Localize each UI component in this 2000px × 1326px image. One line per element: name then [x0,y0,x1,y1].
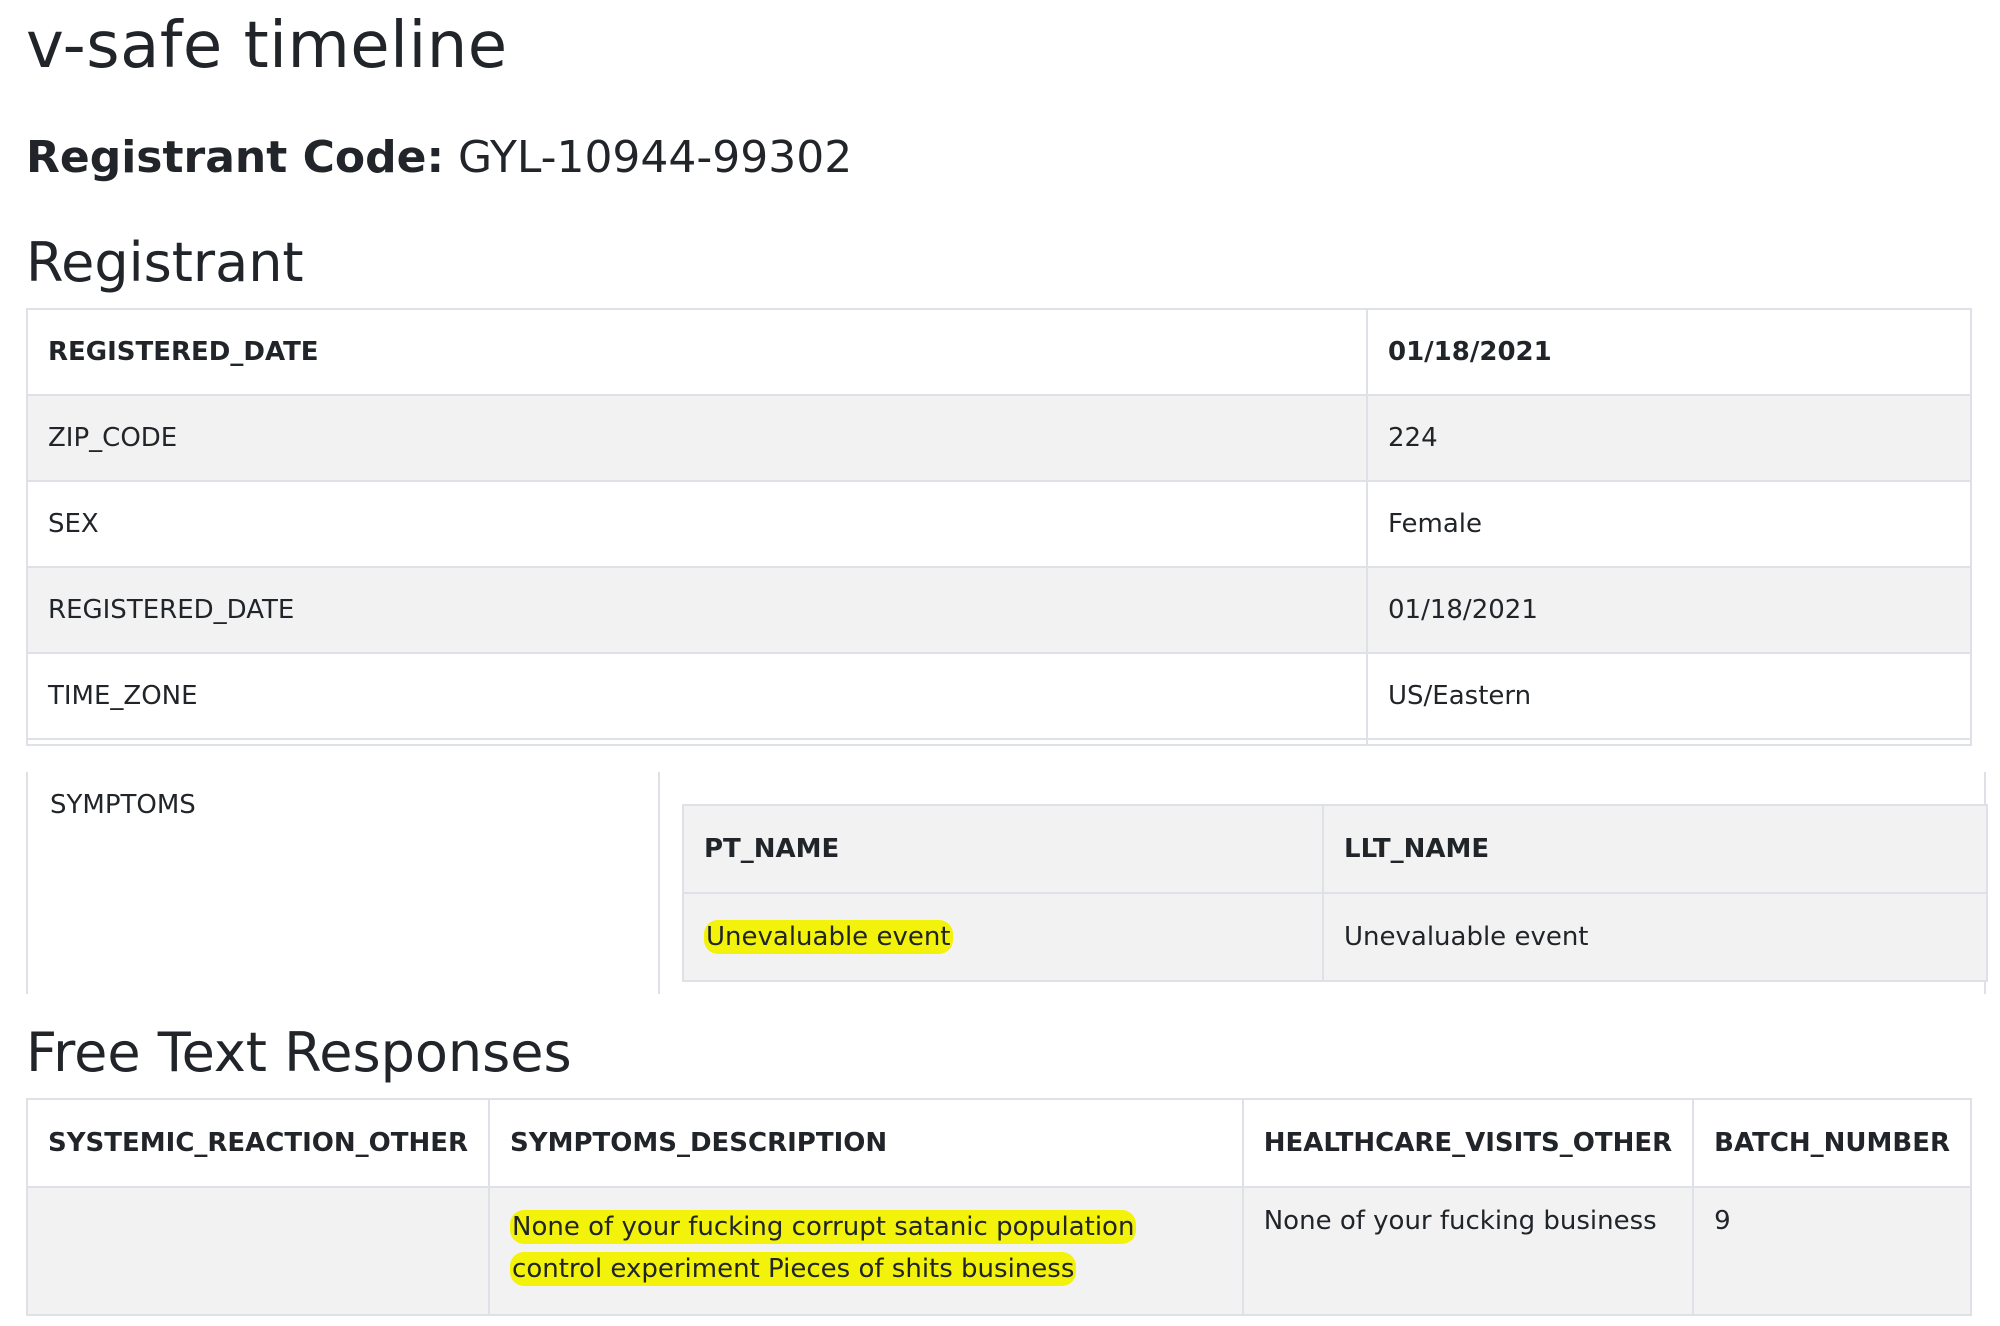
table-cell: 01/18/2021 [1366,566,1972,654]
table-cell: Unevaluable event [682,892,1324,982]
table-row: ZIP_CODE 224 [26,394,1972,482]
table-header-row: SYSTEMIC_REACTION_OTHER SYMPTOMS_DESCRIP… [25,1098,1972,1188]
table-cell: Unevaluable event [1322,892,1988,982]
free-text-table: SYSTEMIC_REACTION_OTHER SYMPTOMS_DESCRIP… [25,1098,1972,1316]
table-row: TIME_ZONE US/Eastern [26,652,1972,740]
table-header-cell: HEALTHCARE_VISITS_OTHER [1241,1098,1695,1188]
table-header-cell: 01/18/2021 [1366,308,1972,396]
symptoms-table: PT_NAME LLT_NAME Unevaluable event Uneva… [682,804,1988,982]
registrant-code-label: Registrant Code: [26,132,445,183]
table-header-cell: SYSTEMIC_REACTION_OTHER [25,1098,491,1188]
highlighted-text: None of your fucking corrupt satanic pop… [510,1210,1137,1286]
table-cell: US/Eastern [1366,652,1972,740]
table-row: SEX Female [26,480,1972,568]
free-text-heading: Free Text Responses [26,1021,572,1084]
table-cell: None of your fucking business [1241,1186,1695,1316]
table-header-cell: PT_NAME [682,804,1324,894]
table-cell: SEX [26,480,1368,568]
table-cell: Female [1366,480,1972,568]
table-header-cell: LLT_NAME [1322,804,1988,894]
table-cell [25,1186,491,1316]
table-row: None of your fucking corrupt satanic pop… [25,1186,1972,1316]
table-header-cell: SYMPTOMS_DESCRIPTION [488,1098,1244,1188]
symptoms-label: SYMPTOMS [50,790,196,820]
registrant-code-value: GYL-10944-99302 [458,132,853,183]
table-cutoff-row [26,739,1972,746]
table-header-cell: REGISTERED_DATE [26,308,1368,396]
table-header-cell: BATCH_NUMBER [1692,1098,1972,1188]
page-title: v-safe timeline [26,9,508,83]
registrant-table: REGISTERED_DATE 01/18/2021 ZIP_CODE 224 … [26,308,1972,740]
table-cell: None of your fucking corrupt satanic pop… [488,1186,1244,1316]
highlighted-text: Unevaluable event [704,920,953,954]
table-cell: TIME_ZONE [26,652,1368,740]
table-cell: REGISTERED_DATE [26,566,1368,654]
registrant-heading: Registrant [26,231,304,294]
registrant-code: Registrant Code: GYL-10944-99302 [26,122,852,194]
table-row: Unevaluable event Unevaluable event [682,892,1988,982]
table-header-row: PT_NAME LLT_NAME [682,804,1988,894]
table-header-row: REGISTERED_DATE 01/18/2021 [26,308,1972,396]
table-cell: ZIP_CODE [26,394,1368,482]
table-cell: 224 [1366,394,1972,482]
table-cell: 9 [1692,1186,1972,1316]
symptoms-cell: SYMPTOMS [26,772,660,994]
table-row: REGISTERED_DATE 01/18/2021 [26,566,1972,654]
